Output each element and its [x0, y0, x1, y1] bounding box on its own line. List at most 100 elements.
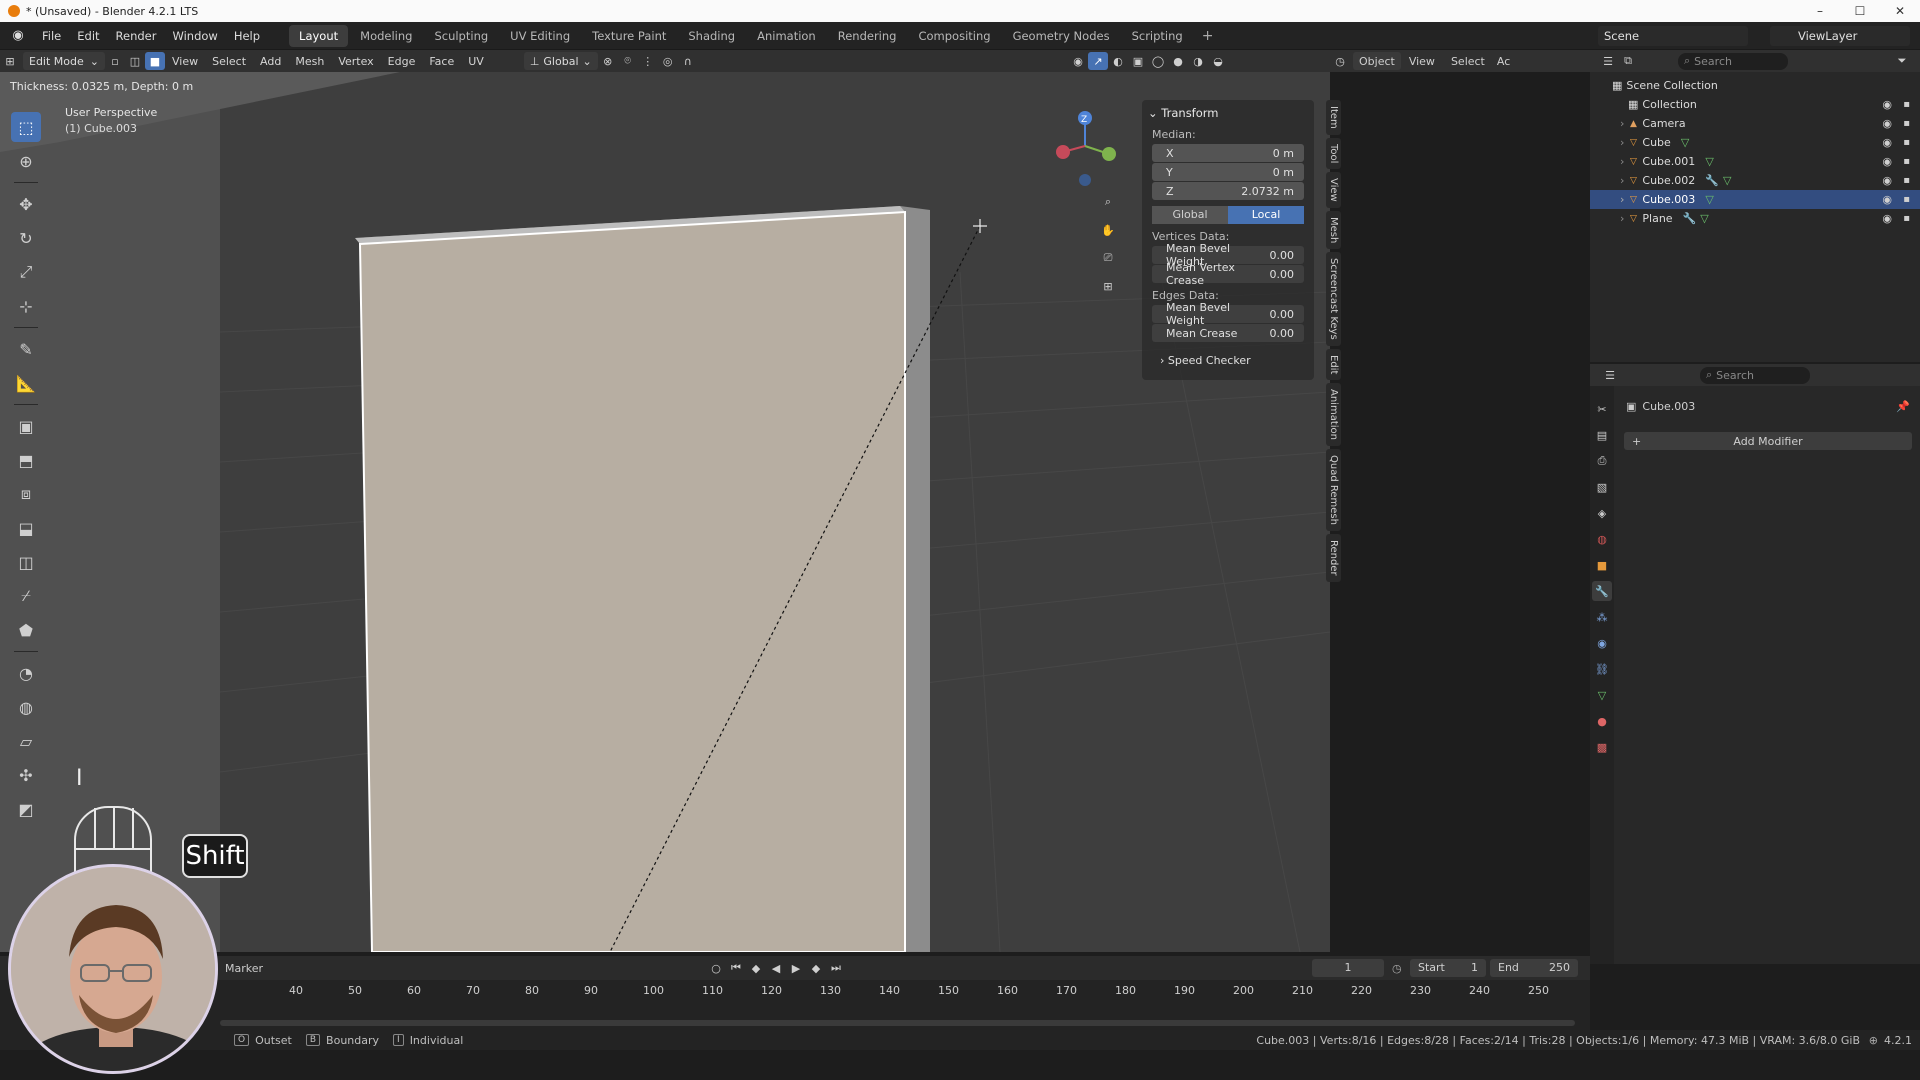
render-props-icon[interactable]: ▤ — [1592, 425, 1612, 445]
spin-tool-icon[interactable]: ◔ — [11, 658, 41, 688]
tab-texture-paint[interactable]: Texture Paint — [582, 25, 676, 47]
tab-quad-remesh[interactable]: Quad Remesh — [1326, 449, 1341, 532]
loop-cut-tool-icon[interactable]: ◫ — [11, 547, 41, 577]
eye-icon[interactable]: ◉ — [1882, 117, 1892, 130]
menu-file[interactable]: File — [34, 22, 69, 50]
menu-uv[interactable]: UV — [461, 55, 491, 68]
orientation-dropdown[interactable]: ⊥ Global ⌄ — [523, 52, 598, 70]
cursor-tool-icon[interactable]: ⊕ — [11, 146, 41, 176]
tab-tool[interactable]: Tool — [1326, 137, 1341, 170]
menu-add[interactable]: Add — [253, 55, 288, 68]
blender-menu-icon[interactable]: ◉ — [10, 28, 26, 44]
eye-icon[interactable]: ◉ — [1882, 155, 1892, 168]
median-y-field[interactable]: Y 0 m — [1152, 163, 1304, 181]
menu-view-right[interactable]: View — [1401, 55, 1443, 68]
scene-selector[interactable]: Scene — [1598, 26, 1748, 46]
tab-scripting[interactable]: Scripting — [1122, 25, 1193, 47]
snap-grid-icon[interactable]: ⋮ — [638, 52, 658, 70]
median-z-field[interactable]: Z 2.0732 m — [1152, 182, 1304, 200]
camera-render-icon[interactable]: ▪ — [1903, 118, 1910, 129]
add-modifier-button[interactable]: + Add Modifier — [1624, 432, 1912, 450]
measure-tool-icon[interactable]: 📐 — [11, 368, 41, 398]
expand-arrow-icon[interactable]: › — [1620, 174, 1624, 187]
tab-view[interactable]: View — [1326, 172, 1341, 208]
menu-help[interactable]: Help — [226, 22, 268, 50]
add-workspace-icon[interactable]: + — [1194, 28, 1222, 44]
eye-icon[interactable]: ◉ — [1882, 174, 1892, 187]
visibility-icon[interactable]: ◉ — [1068, 52, 1088, 70]
play-icon[interactable]: ▶ — [786, 959, 806, 977]
knife-tool-icon[interactable]: ⌿ — [11, 581, 41, 611]
expand-arrow-icon[interactable]: › — [1620, 136, 1624, 149]
menu-vertex[interactable]: Vertex — [331, 55, 380, 68]
outliner-item-plane[interactable]: › ▽ Plane 🔧 ▽ ◉ ▪ — [1590, 209, 1920, 228]
record-icon[interactable]: ○ — [706, 959, 726, 977]
tab-item[interactable]: Item — [1326, 100, 1341, 135]
tab-animation[interactable]: Animation — [1326, 383, 1341, 447]
falloff-icon[interactable]: ∩ — [678, 52, 698, 70]
clock-icon[interactable]: ◷ — [1392, 962, 1402, 975]
scene-props-icon[interactable]: ◈ — [1592, 503, 1612, 523]
tab-screencast-keys[interactable]: Screencast Keys — [1326, 252, 1341, 346]
display-mode-icon[interactable]: ⧉ — [1618, 52, 1638, 70]
tab-geometry-nodes[interactable]: Geometry Nodes — [1003, 25, 1120, 47]
tab-uv-editing[interactable]: UV Editing — [500, 25, 580, 47]
add-cube-tool-icon[interactable]: ▣ — [11, 411, 41, 441]
jump-end-icon[interactable]: ⏭ — [826, 959, 846, 977]
tab-sculpting[interactable]: Sculpting — [424, 25, 498, 47]
shrink-fatten-tool-icon[interactable]: ✣ — [11, 760, 41, 790]
camera-view-icon[interactable]: ⎚ — [1098, 244, 1118, 272]
camera-render-icon[interactable]: ▪ — [1903, 175, 1910, 186]
view-layer-props-icon[interactable]: ▧ — [1592, 477, 1612, 497]
tab-animation[interactable]: Animation — [747, 25, 826, 47]
expand-arrow-icon[interactable]: › — [1620, 117, 1624, 130]
menu-mesh[interactable]: Mesh — [288, 55, 331, 68]
material-shading-icon[interactable]: ◑ — [1188, 52, 1208, 70]
properties-search-input[interactable]: ⌕ Search — [1700, 366, 1810, 384]
edge-select-icon[interactable]: ◫ — [125, 52, 145, 70]
overlay-icon[interactable]: ◐ — [1108, 52, 1128, 70]
outliner-search-input[interactable]: ⌕ Search — [1678, 52, 1788, 70]
timeline-scrollbar[interactable] — [220, 1020, 1575, 1026]
menu-add-right[interactable]: Ac — [1493, 55, 1514, 68]
gizmo-neg-z-icon[interactable] — [1079, 174, 1091, 186]
menu-window[interactable]: Window — [164, 22, 225, 50]
marker-menu[interactable]: Marker — [225, 962, 263, 975]
snap-icon[interactable]: ⌾ — [618, 52, 638, 70]
transform-tool-icon[interactable]: ⊹ — [11, 291, 41, 321]
object-props-icon[interactable]: ■ — [1592, 555, 1612, 575]
camera-render-icon[interactable]: ▪ — [1903, 99, 1910, 110]
gizmo-y-icon[interactable] — [1102, 147, 1116, 161]
pivot-icon[interactable]: ⊗ — [598, 52, 618, 70]
play-reverse-icon[interactable]: ◀ — [766, 959, 786, 977]
camera-render-icon[interactable]: ▪ — [1903, 156, 1910, 167]
tab-mesh[interactable]: Mesh — [1326, 210, 1341, 250]
inset-tool-icon[interactable]: ⧈ — [11, 479, 41, 509]
navigation-gizmo[interactable]: Z — [1045, 106, 1125, 186]
camera-render-icon[interactable]: ▪ — [1903, 137, 1910, 148]
extrude-tool-icon[interactable]: ⬒ — [11, 445, 41, 475]
outliner-item-cube-001[interactable]: › ▽ Cube.001 ▽ ◉ ▪ — [1590, 152, 1920, 171]
gizmo-x-icon[interactable] — [1056, 145, 1070, 159]
end-frame-field[interactable]: End 250 — [1490, 959, 1578, 977]
filter-icon[interactable]: ⏷ — [1892, 52, 1912, 70]
menu-view[interactable]: View — [165, 55, 205, 68]
smooth-tool-icon[interactable]: ◍ — [11, 692, 41, 722]
tab-compositing[interactable]: Compositing — [908, 25, 1000, 47]
maximize-icon[interactable]: ☐ — [1840, 0, 1880, 22]
prev-keyframe-icon[interactable]: ◆ — [746, 959, 766, 977]
3d-viewport[interactable]: Thickness: 0.0325 m, Depth: 0 m User Per… — [0, 72, 1330, 952]
vertex-select-icon[interactable]: ▫ — [105, 52, 125, 70]
tab-rendering[interactable]: Rendering — [828, 25, 907, 47]
minimize-icon[interactable]: – — [1800, 0, 1840, 22]
shear-tool-icon[interactable]: ▱ — [11, 726, 41, 756]
menu-render[interactable]: Render — [108, 22, 165, 50]
solid-shading-icon[interactable]: ● — [1168, 52, 1188, 70]
menu-edge[interactable]: Edge — [381, 55, 423, 68]
start-frame-field[interactable]: Start 1 — [1410, 959, 1486, 977]
texture-props-icon[interactable]: ▩ — [1592, 737, 1612, 757]
speed-checker-panel[interactable]: › Speed Checker — [1160, 354, 1308, 367]
face-select-icon[interactable]: ■ — [145, 52, 165, 70]
scale-tool-icon[interactable]: ⤢ — [11, 257, 41, 287]
editor-type-icon[interactable]: ☰ — [1598, 52, 1618, 70]
